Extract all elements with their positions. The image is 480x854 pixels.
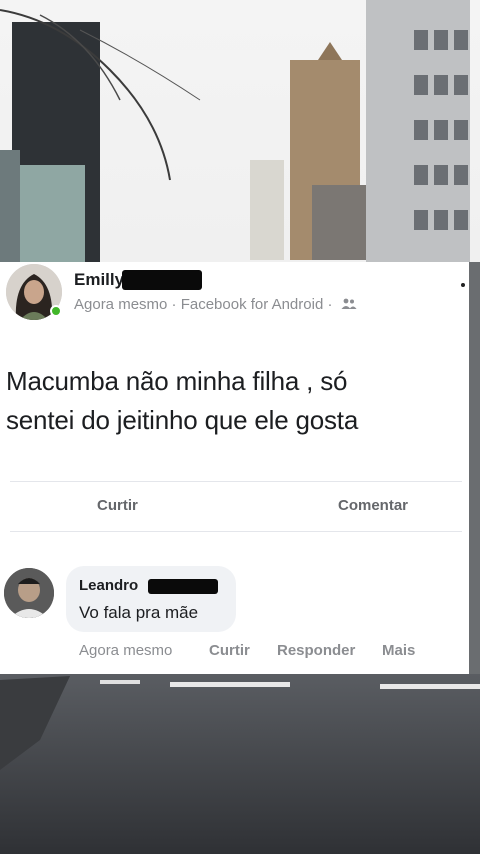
more-options-icon[interactable] <box>461 283 465 287</box>
post-meta-text: Agora mesmo · Facebook for Android · <box>74 296 333 313</box>
comment-author-name[interactable]: Leandro <box>79 577 138 594</box>
comment-time: Agora mesmo <box>79 642 173 659</box>
like-button[interactable]: Curtir <box>97 497 138 514</box>
friends-icon <box>341 297 357 314</box>
redacted-surname <box>122 270 202 290</box>
divider-top <box>10 481 462 482</box>
divider-bottom <box>10 531 462 532</box>
comment-more-button[interactable]: Mais <box>382 642 415 659</box>
comment-button[interactable]: Comentar <box>338 497 408 514</box>
post-meta: Agora mesmo · Facebook for Android · <box>74 296 357 314</box>
comment-author-avatar[interactable] <box>4 568 54 618</box>
online-status-dot <box>50 305 62 317</box>
post-text-line-2: sentei do jeitinho que ele gosta <box>6 405 359 435</box>
post-text: Macumba não minha filha , só sentei do j… <box>6 362 468 440</box>
post-author-name[interactable]: Emilly <box>74 270 124 290</box>
comment-like-button[interactable]: Curtir <box>209 642 250 659</box>
post-text-line-1: Macumba não minha filha , só <box>6 366 348 396</box>
comment-text: Vo fala pra mãe <box>79 603 199 622</box>
comment-reply-button[interactable]: Responder <box>277 642 355 659</box>
redacted-comment-surname <box>148 579 218 594</box>
